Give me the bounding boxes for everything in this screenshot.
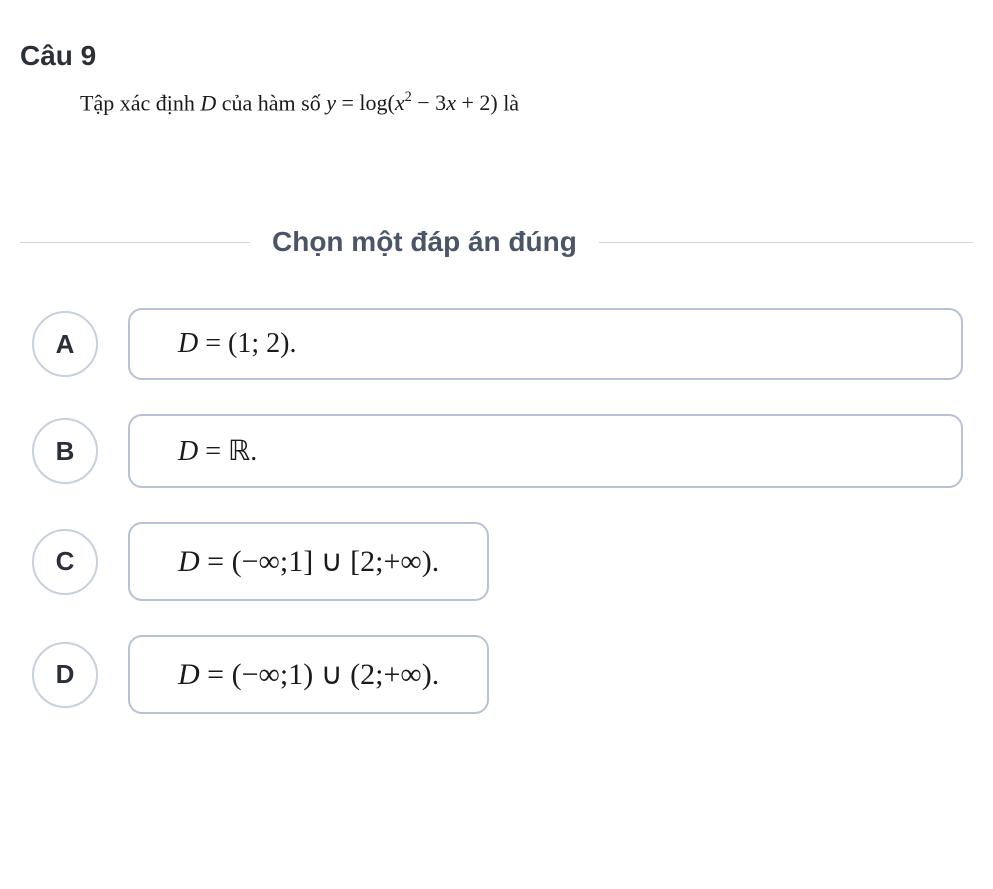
option-c-content: D = (−∞;1] ∪ [2;+∞). (178, 544, 439, 579)
option-b-letter[interactable]: B (32, 418, 98, 484)
option-a-letter[interactable]: A (32, 311, 98, 377)
instruction-divider: Chọn một đáp án đúng (20, 226, 973, 258)
option-b-content: D = ℝ. (178, 434, 257, 468)
option-c-box[interactable]: D = (−∞;1] ∪ [2;+∞). (128, 522, 489, 601)
option-a-box[interactable]: D = (1; 2). (128, 308, 963, 380)
question-number: Câu 9 (20, 40, 973, 72)
option-b[interactable]: B D = ℝ. (32, 414, 973, 488)
question-equation: y = log(x2 − 3x + 2) (326, 90, 497, 115)
question-prefix: Tập xác định (80, 90, 200, 115)
question-var-d: D (200, 90, 216, 115)
options-list: A D = (1; 2). B D = ℝ. C D = (−∞;1] ∪ [2… (20, 308, 973, 714)
option-b-box[interactable]: D = ℝ. (128, 414, 963, 488)
question-text: Tập xác định D của hàm số y = log(x2 − 3… (80, 90, 973, 116)
option-d-letter[interactable]: D (32, 642, 98, 708)
option-d[interactable]: D D = (−∞;1) ∪ (2;+∞). (32, 635, 973, 714)
option-a-content: D = (1; 2). (178, 328, 296, 360)
divider-line-right (599, 242, 973, 243)
option-d-box[interactable]: D = (−∞;1) ∪ (2;+∞). (128, 635, 489, 714)
option-c[interactable]: C D = (−∞;1] ∪ [2;+∞). (32, 522, 973, 601)
question-suffix: là (498, 90, 519, 115)
instruction-text: Chọn một đáp án đúng (250, 226, 599, 258)
option-d-content: D = (−∞;1) ∪ (2;+∞). (178, 657, 439, 692)
option-a[interactable]: A D = (1; 2). (32, 308, 973, 380)
divider-line-left (20, 242, 250, 243)
option-c-letter[interactable]: C (32, 529, 98, 595)
question-mid: của hàm số (216, 90, 326, 115)
